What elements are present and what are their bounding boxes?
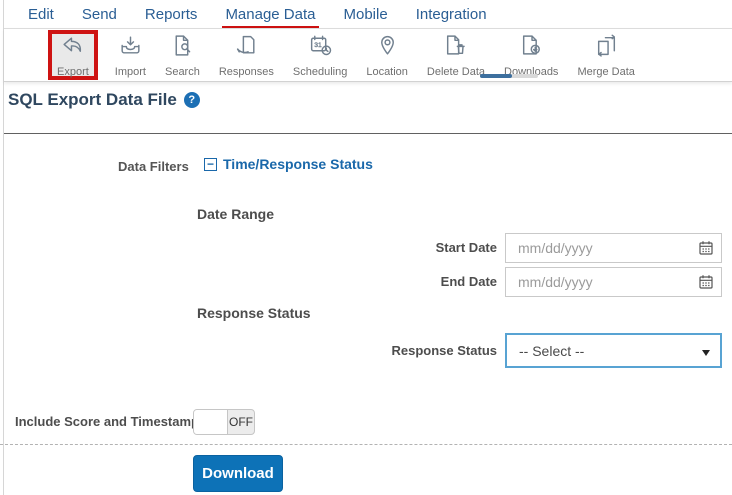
data-filters-label: Data Filters — [118, 159, 189, 174]
toolbar-item-import[interactable]: Import — [113, 29, 148, 81]
top-nav: Edit Send Reports Manage Data Mobile Int… — [4, 0, 732, 29]
start-date-label: Start Date — [435, 240, 497, 255]
svg-text:31: 31 — [314, 42, 322, 49]
merge-data-icon — [594, 33, 619, 63]
location-icon — [375, 33, 400, 63]
download-button[interactable]: Download — [193, 455, 283, 492]
nav-item-mobile[interactable]: Mobile — [344, 6, 388, 23]
toolbar-item-label: Scheduling — [292, 66, 348, 78]
help-icon[interactable]: ? — [183, 92, 200, 108]
end-date-label: End Date — [440, 274, 497, 289]
toolbar-item-export[interactable]: Export — [48, 30, 98, 80]
toolbar-item-delete-data[interactable]: Delete Data — [425, 29, 487, 81]
dropdown-caret-icon — [702, 350, 710, 356]
search-icon — [170, 33, 195, 63]
toolbar-item-label: Merge Data — [577, 66, 635, 78]
response-status-label: Response Status — [391, 343, 497, 358]
toolbar-item-label: Import — [114, 66, 146, 78]
page-header: SQL Export Data File ? — [8, 90, 200, 110]
nav-item-manage-data[interactable]: Manage Data — [222, 6, 319, 29]
include-score-toggle[interactable]: OFF — [193, 409, 255, 435]
nav-item-reports[interactable]: Reports — [145, 6, 198, 23]
include-score-label: Include Score and Timestamp — [15, 414, 199, 429]
responses-icon — [234, 33, 259, 63]
toolbar-item-location[interactable]: Location — [364, 29, 410, 81]
toolbar-item-label: Delete Data — [426, 66, 486, 78]
delete-data-icon — [443, 33, 468, 63]
date-range-heading: Date Range — [197, 206, 275, 222]
response-status-selected-value: -- Select -- — [519, 342, 585, 359]
toolbar-scrollbar[interactable] — [480, 74, 538, 78]
header-divider — [4, 133, 732, 134]
downloads-icon — [519, 33, 544, 63]
toggle-state-label: OFF — [229, 415, 253, 429]
footer-divider — [0, 444, 732, 445]
start-date-input[interactable] — [505, 233, 722, 263]
toggle-knob — [194, 410, 228, 434]
toolbar-item-merge-data[interactable]: Merge Data — [575, 29, 636, 81]
toolbar-item-responses[interactable]: Responses — [217, 29, 276, 81]
toolbar-item-label: Search — [164, 66, 200, 78]
manage-data-toolbar: Export Import Search Responses 31 Schedu… — [4, 28, 732, 82]
nav-item-send[interactable]: Send — [82, 6, 117, 23]
end-date-input[interactable] — [505, 267, 722, 297]
response-status-heading: Response Status — [197, 305, 311, 321]
toolbar-item-label: Export — [57, 65, 89, 78]
toolbar-item-label: Location — [366, 66, 408, 78]
filter-section-label[interactable]: Time/Response Status — [223, 156, 373, 172]
export-icon — [60, 33, 85, 63]
toolbar-scrollbar-thumb[interactable] — [480, 74, 512, 78]
page-title: SQL Export Data File — [8, 90, 177, 109]
nav-item-edit[interactable]: Edit — [28, 6, 54, 23]
sql-export-page: Edit Send Reports Manage Data Mobile Int… — [0, 0, 732, 495]
scheduling-icon: 31 — [308, 33, 333, 63]
import-icon — [118, 33, 143, 63]
nav-item-integration[interactable]: Integration — [416, 6, 487, 23]
filter-section-toggle[interactable]: − Time/Response Status — [204, 156, 373, 172]
toolbar-item-label: Responses — [218, 66, 274, 78]
collapse-icon[interactable]: − — [204, 157, 217, 171]
toolbar-item-search[interactable]: Search — [163, 29, 202, 81]
toolbar-item-scheduling[interactable]: 31 Scheduling — [291, 29, 349, 81]
response-status-select[interactable]: -- Select -- — [505, 333, 722, 368]
